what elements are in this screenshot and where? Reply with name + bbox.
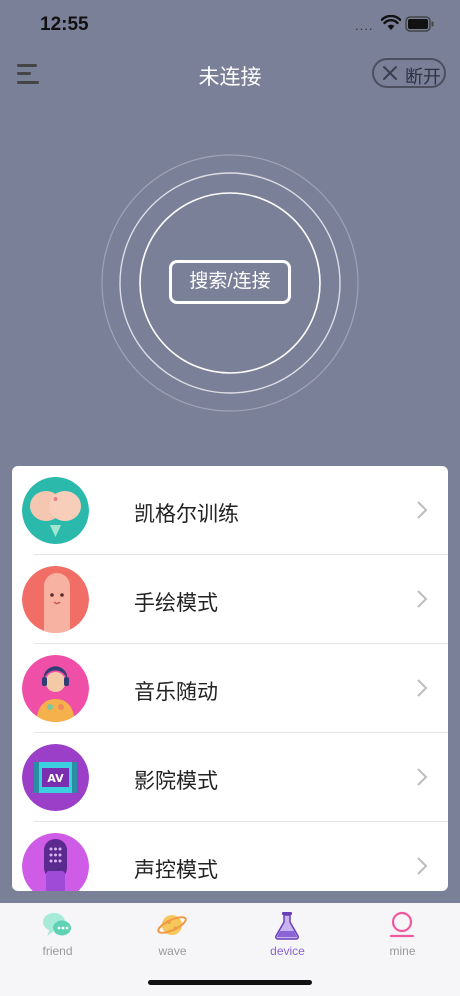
svg-text:AV: AV <box>47 772 64 785</box>
tab-label: friend <box>42 944 73 958</box>
mode-label: 声控模式 <box>134 859 218 882</box>
mode-list: 凯格尔训练 手绘模式 音乐随动 AV 影院模式 声控模式 <box>12 466 448 891</box>
tab-label: mine <box>389 944 416 958</box>
mode-label: 手绘模式 <box>134 592 218 615</box>
chevron-right-icon <box>417 501 428 519</box>
disconnect-button[interactable]: 断开 <box>372 58 446 88</box>
profile-icon <box>389 911 415 938</box>
mode-label: 影院模式 <box>134 770 218 793</box>
tab-label: device <box>270 944 305 958</box>
mode-item-voice[interactable]: 声控模式 <box>12 822 448 891</box>
cellular-signal: .... <box>355 18 374 33</box>
tab-mine[interactable]: mine <box>345 909 460 969</box>
chevron-right-icon <box>417 679 428 697</box>
mode-item-kegel[interactable]: 凯格尔训练 <box>12 466 448 555</box>
tab-wave[interactable]: wave <box>115 909 230 969</box>
kegel-icon <box>22 477 89 544</box>
mode-item-music[interactable]: 音乐随动 <box>12 644 448 733</box>
mode-label: 音乐随动 <box>134 681 218 704</box>
tab-label: wave <box>158 944 187 958</box>
cinema-av-icon: AV <box>22 744 89 811</box>
finger-icon <box>22 566 89 633</box>
planet-icon <box>157 915 187 935</box>
mode-label: 凯格尔训练 <box>134 503 239 526</box>
microphone-icon <box>22 833 89 891</box>
home-indicator <box>148 980 312 985</box>
status-bar: 12:55 .... <box>0 0 460 50</box>
tab-friend[interactable]: friend <box>0 909 115 969</box>
tab-device[interactable]: device <box>230 909 345 969</box>
chevron-right-icon <box>417 590 428 608</box>
search-connect-button[interactable]: 搜索/连接 <box>169 260 291 304</box>
chat-bubbles-icon <box>43 913 71 936</box>
disconnect-label: 断开 <box>405 67 441 87</box>
flask-icon <box>274 912 300 940</box>
mode-item-hand-draw[interactable]: 手绘模式 <box>12 555 448 644</box>
mode-item-cinema[interactable]: AV 影院模式 <box>12 733 448 822</box>
battery-icon <box>405 16 434 32</box>
status-time: 12:55 <box>40 14 89 35</box>
chevron-right-icon <box>417 857 428 875</box>
top-bar: 未连接 断开 <box>0 50 460 100</box>
music-girl-icon <box>22 655 89 722</box>
close-icon <box>383 66 397 80</box>
wifi-icon <box>381 15 401 30</box>
chevron-right-icon <box>417 768 428 786</box>
